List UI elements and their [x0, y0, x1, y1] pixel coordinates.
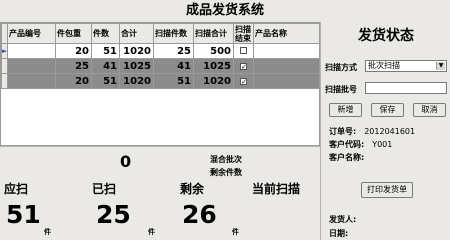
- scan-batch-input[interactable]: [365, 82, 447, 94]
- order-no-value: 2012041601: [364, 127, 416, 136]
- current-scan-label: 当前扫描: [252, 182, 301, 196]
- customer-name-row: 客户名称:: [329, 152, 364, 163]
- middle-strip: [0, 146, 320, 178]
- grid-header-row: 产品编号 件包重 件数 合计 扫描件数 扫描合计 扫描结束 产品名称: [1, 23, 319, 44]
- col-header-pack-weight[interactable]: 件包重: [55, 23, 92, 44]
- cell-scan-quantity[interactable]: 25: [153, 43, 194, 59]
- order-no-label: 订单号:: [329, 127, 357, 136]
- cell-scan-quantity[interactable]: 51: [153, 73, 194, 89]
- cell-scan-total[interactable]: 1025: [193, 58, 234, 74]
- cell-scan-done[interactable]: ✓: [233, 58, 254, 74]
- scanned-label: 已扫: [92, 182, 117, 196]
- col-header-product-name[interactable]: 产品名称: [253, 23, 319, 44]
- cell-scan-quantity[interactable]: 41: [153, 58, 194, 74]
- chevron-down-icon[interactable]: ▼: [436, 62, 445, 70]
- cell-product-code[interactable]: [7, 43, 56, 59]
- cell-scan-total[interactable]: 500: [193, 43, 234, 59]
- cell-product-code[interactable]: [7, 58, 56, 74]
- remaining-value: 26: [182, 200, 217, 229]
- print-delivery-button[interactable]: 打印发货单: [361, 182, 413, 198]
- window-title: 成品发货系统: [185, 3, 264, 18]
- scanned-unit: 件: [148, 228, 155, 236]
- remaining-unit: 件: [232, 228, 239, 236]
- col-header-scan-done[interactable]: 扫描结束: [233, 23, 254, 44]
- customer-code-label: 客户代码:: [329, 140, 365, 149]
- table-row[interactable]: 25 41 1025 41 1025 ✓: [1, 58, 319, 74]
- date-label: 日期:: [329, 229, 349, 238]
- save-button[interactable]: 保存: [371, 103, 404, 117]
- should-scan-label: 应扫: [4, 182, 29, 196]
- mixed-batch-label: 混合批次: [210, 155, 242, 164]
- customer-code-row: 客户代码: Y001: [329, 139, 392, 150]
- order-no-row: 订单号: 2012041601: [329, 126, 415, 137]
- cell-product-name[interactable]: [253, 43, 319, 59]
- scan-batch-label: 扫描批号: [325, 85, 357, 94]
- cell-total[interactable]: 1020: [119, 43, 154, 59]
- table-row[interactable]: 20 51 1020 51 1020 ✓: [1, 73, 319, 89]
- cell-scan-done[interactable]: [233, 43, 254, 59]
- shipper-label: 发货人:: [329, 215, 357, 224]
- scan-mode-label: 扫描方式: [325, 63, 357, 72]
- should-scan-value: 51: [6, 200, 41, 229]
- table-row[interactable]: ► 20 51 1020 25 500: [1, 43, 319, 59]
- cell-pack-weight[interactable]: 20: [55, 43, 92, 59]
- should-scan-unit: 件: [44, 228, 51, 236]
- current-scan-code: 0: [120, 152, 132, 171]
- cell-pack-weight[interactable]: 20: [55, 73, 92, 89]
- scan-mode-select[interactable]: 批次扫描 ▼: [365, 60, 447, 72]
- customer-code-value: Y001: [372, 140, 393, 149]
- cell-quantity[interactable]: 41: [91, 58, 120, 74]
- col-header-total[interactable]: 合计: [119, 23, 154, 44]
- cell-product-code[interactable]: [7, 73, 56, 89]
- scan-done-checkbox[interactable]: ✓: [240, 77, 247, 85]
- col-header-product-code[interactable]: 产品编号: [7, 23, 56, 44]
- shipper-row: 发货人:: [329, 214, 364, 225]
- cancel-button[interactable]: 取消: [413, 103, 446, 117]
- col-header-scan-quantity[interactable]: 扫描件数: [153, 23, 194, 44]
- new-button[interactable]: 新增: [329, 103, 362, 117]
- col-header-quantity[interactable]: 件数: [91, 23, 120, 44]
- remaining-label: 剩余: [180, 182, 205, 196]
- scan-mode-value: 批次扫描: [368, 61, 400, 70]
- cell-product-name[interactable]: [253, 73, 319, 89]
- cell-scan-done[interactable]: ✓: [233, 73, 254, 89]
- status-panel: 发货状态 扫描方式 批次扫描 ▼ 扫描批号 新增 保存 取消 订单号: 20120…: [320, 22, 450, 240]
- status-title: 发货状态: [358, 28, 414, 44]
- cell-pack-weight[interactable]: 25: [55, 58, 92, 74]
- cell-product-name[interactable]: [253, 58, 319, 74]
- scan-done-checkbox[interactable]: [240, 46, 247, 54]
- cell-scan-total[interactable]: 1020: [193, 73, 234, 89]
- cell-quantity[interactable]: 51: [91, 73, 120, 89]
- scanned-value: 25: [96, 200, 131, 229]
- customer-name-label: 客户名称:: [329, 153, 365, 162]
- shipment-grid[interactable]: 产品编号 件包重 件数 合计 扫描件数 扫描合计 扫描结束 产品名称 ► 20 …: [0, 22, 320, 146]
- date-row: 日期:: [329, 228, 356, 239]
- cell-total[interactable]: 1025: [119, 58, 154, 74]
- cell-total[interactable]: 1020: [119, 73, 154, 89]
- scan-done-checkbox[interactable]: ✓: [240, 62, 247, 70]
- cell-quantity[interactable]: 51: [91, 43, 120, 59]
- col-header-scan-total[interactable]: 扫描合计: [193, 23, 234, 44]
